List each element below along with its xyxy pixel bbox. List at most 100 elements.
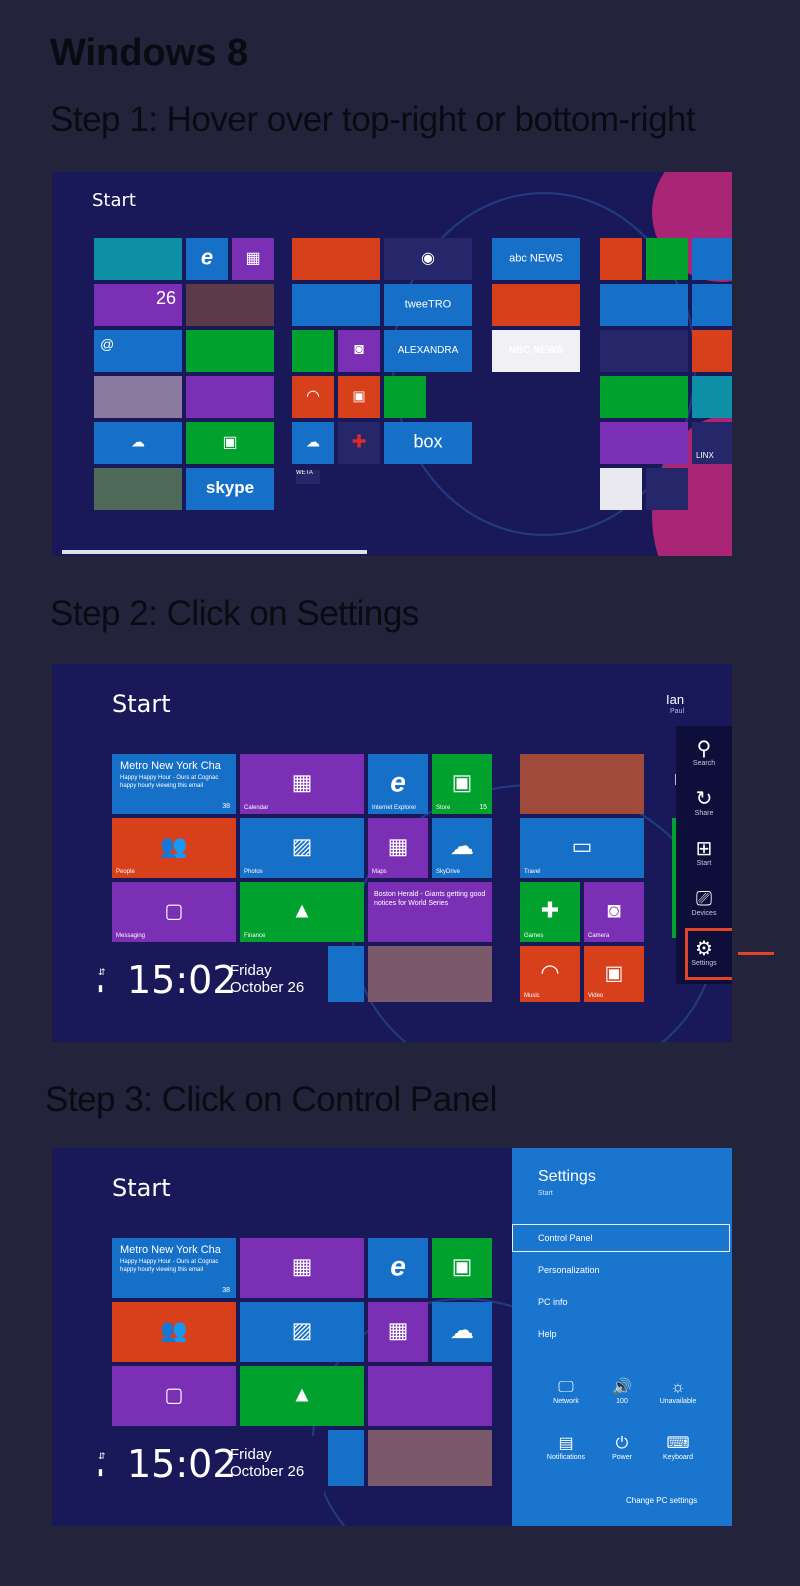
tile-weta[interactable]: WETA	[296, 470, 320, 484]
tile-people[interactable]: 👥	[112, 1302, 236, 1362]
tile-games[interactable]: ✚ Games	[520, 882, 580, 942]
quick-setting-power[interactable]: ⏻ Power	[594, 1434, 650, 1461]
clock-time: 15:02	[127, 1442, 237, 1486]
tile-music[interactable]: ◠	[292, 376, 334, 418]
tile-linx[interactable]: LINX	[692, 422, 732, 464]
menu-item-personalization[interactable]: Personalization	[538, 1265, 600, 1275]
tile-mail[interactable]: Metro New York Cha Happy Happy Hour - Ou…	[112, 1238, 236, 1298]
tile[interactable]	[328, 1430, 364, 1486]
quick-setting-volume[interactable]: 🔊 100	[594, 1378, 650, 1405]
tile-finance[interactable]: ▲	[240, 1366, 364, 1426]
tile-calendar[interactable]: ▦	[240, 1238, 364, 1298]
tile-calendar[interactable]: ▦ Calendar	[240, 754, 364, 814]
step-1-screenshot: Start e ▦ 26 @ ☁ ▣ skype ◉ tweeTRO ◙ ALE…	[52, 172, 732, 556]
tile-game[interactable]	[600, 376, 688, 418]
tile-music[interactable]: ◠ Music	[520, 946, 580, 1002]
tile-store[interactable]: ▣	[432, 1238, 492, 1298]
tile-game[interactable]	[692, 330, 732, 372]
tile-people[interactable]: 👥 People	[112, 818, 236, 878]
tile-photo[interactable]	[94, 468, 182, 510]
settings-highlight	[685, 928, 732, 980]
tile-news[interactable]	[368, 1366, 492, 1426]
tile-maps[interactable]: ▦	[368, 1302, 428, 1362]
quick-setting-network[interactable]: 🖵 Network	[538, 1378, 594, 1405]
tile-box[interactable]: box	[384, 422, 472, 464]
keyboard-icon: ⌨	[666, 1435, 690, 1452]
charm-share[interactable]: ↻ Share	[676, 788, 732, 817]
tile-game[interactable]	[692, 376, 732, 418]
network-icon: 🖵	[558, 1379, 574, 1396]
tile-photo[interactable]	[94, 376, 182, 418]
change-pc-settings-link[interactable]: Change PC settings	[626, 1496, 697, 1505]
tile-maps[interactable]: ▦	[232, 238, 274, 280]
tile[interactable]	[292, 238, 380, 280]
tile-messaging[interactable]	[186, 330, 274, 372]
tile-ie[interactable]: e Internet Explorer	[368, 754, 428, 814]
tile-mail[interactable]: @	[94, 330, 182, 372]
charm-devices[interactable]: ⎚ Devices	[676, 888, 732, 917]
tile-game[interactable]	[600, 238, 642, 280]
charm-search[interactable]: ⚲ Search	[676, 738, 732, 767]
tile-messaging[interactable]: ▢ Messaging	[112, 882, 236, 942]
tile-game[interactable]	[646, 238, 688, 280]
tile-news-photo[interactable]	[368, 1430, 492, 1486]
tile[interactable]	[292, 330, 334, 372]
tile-calendar[interactable]: 26	[94, 284, 182, 326]
tile-photos[interactable]: ▨ Photos	[240, 818, 364, 878]
scrollbar[interactable]	[62, 550, 367, 554]
tile-game[interactable]	[600, 284, 688, 326]
tile-photo[interactable]	[186, 284, 274, 326]
tile-photos[interactable]: ▨	[240, 1302, 364, 1362]
tile-messaging[interactable]: ▢	[112, 1366, 236, 1426]
tile-ie[interactable]: e	[368, 1238, 428, 1298]
tile[interactable]: ✚	[338, 422, 380, 464]
tile-photo[interactable]	[520, 754, 644, 814]
menu-item-help[interactable]: Help	[538, 1329, 557, 1339]
tile-skydrive[interactable]: ☁	[432, 1302, 492, 1362]
tile-skype[interactable]: skype	[186, 468, 274, 510]
quick-setting-notifications[interactable]: ▤ Notifications	[538, 1434, 594, 1461]
menu-item-control-panel[interactable]: Control Panel	[538, 1233, 593, 1243]
tile-video[interactable]: ▣	[338, 376, 380, 418]
tile-nbc-news[interactable]: NBC NEWS	[492, 330, 580, 372]
menu-item-pc-info[interactable]: PC info	[538, 1297, 568, 1307]
tile-skydrive[interactable]: ☁ SkyDrive	[432, 818, 492, 878]
tile-weather[interactable]: ☁	[94, 422, 182, 464]
tile-abc-news[interactable]: abc NEWS	[492, 238, 580, 280]
tile-travel[interactable]: ▭ Travel	[520, 818, 644, 878]
tile[interactable]	[292, 284, 380, 326]
tile[interactable]	[328, 946, 364, 1002]
charm-start[interactable]: ⊞ Start	[676, 838, 732, 867]
tile-alexandra[interactable]: ALEXANDRA	[384, 330, 472, 372]
tile-finance[interactable]: ▲ Finance	[240, 882, 364, 942]
share-icon: ↻	[695, 788, 713, 810]
tile-video[interactable]: ▣ Video	[584, 946, 644, 1002]
tile-game[interactable]	[692, 284, 732, 326]
tile-skydrive[interactable]: ☁	[292, 422, 334, 464]
tile-evernote[interactable]	[384, 376, 426, 418]
network-status-icon: ⇵ ▮	[98, 1451, 106, 1477]
tile-camera[interactable]: ◙ Camera	[584, 882, 644, 942]
tile-news-photo[interactable]	[368, 946, 492, 1002]
tile-camera[interactable]: ◙	[338, 330, 380, 372]
tile-game[interactable]	[692, 238, 732, 280]
tile-news[interactable]	[186, 376, 274, 418]
tile-game[interactable]	[600, 330, 688, 372]
tile-game[interactable]	[600, 422, 688, 464]
tile-game[interactable]	[600, 468, 642, 510]
tile-ie[interactable]: e	[186, 238, 228, 280]
windows-icon: ⊞	[695, 838, 713, 860]
tile-game[interactable]	[646, 468, 688, 510]
quick-setting-keyboard[interactable]: ⌨ Keyboard	[650, 1434, 706, 1461]
tile-maps[interactable]: ▦ Maps	[368, 818, 428, 878]
tile-news[interactable]: Boston Herald - Giants getting good noti…	[368, 882, 492, 942]
tile[interactable]	[492, 284, 580, 326]
tile-store[interactable]: ▣ Store 15	[432, 754, 492, 814]
tile-mail[interactable]: Metro New York Cha Happy Happy Hour - Ou…	[112, 754, 236, 814]
quick-setting-brightness[interactable]: ☼ Unavailable	[650, 1378, 706, 1405]
settings-pane-subtitle: Start	[538, 1190, 553, 1197]
tile-tweetro[interactable]: tweeTRO	[384, 284, 472, 326]
tile-store[interactable]: ▣	[186, 422, 274, 464]
tile[interactable]	[94, 238, 182, 280]
tile-radio[interactable]: ◉	[384, 238, 472, 280]
